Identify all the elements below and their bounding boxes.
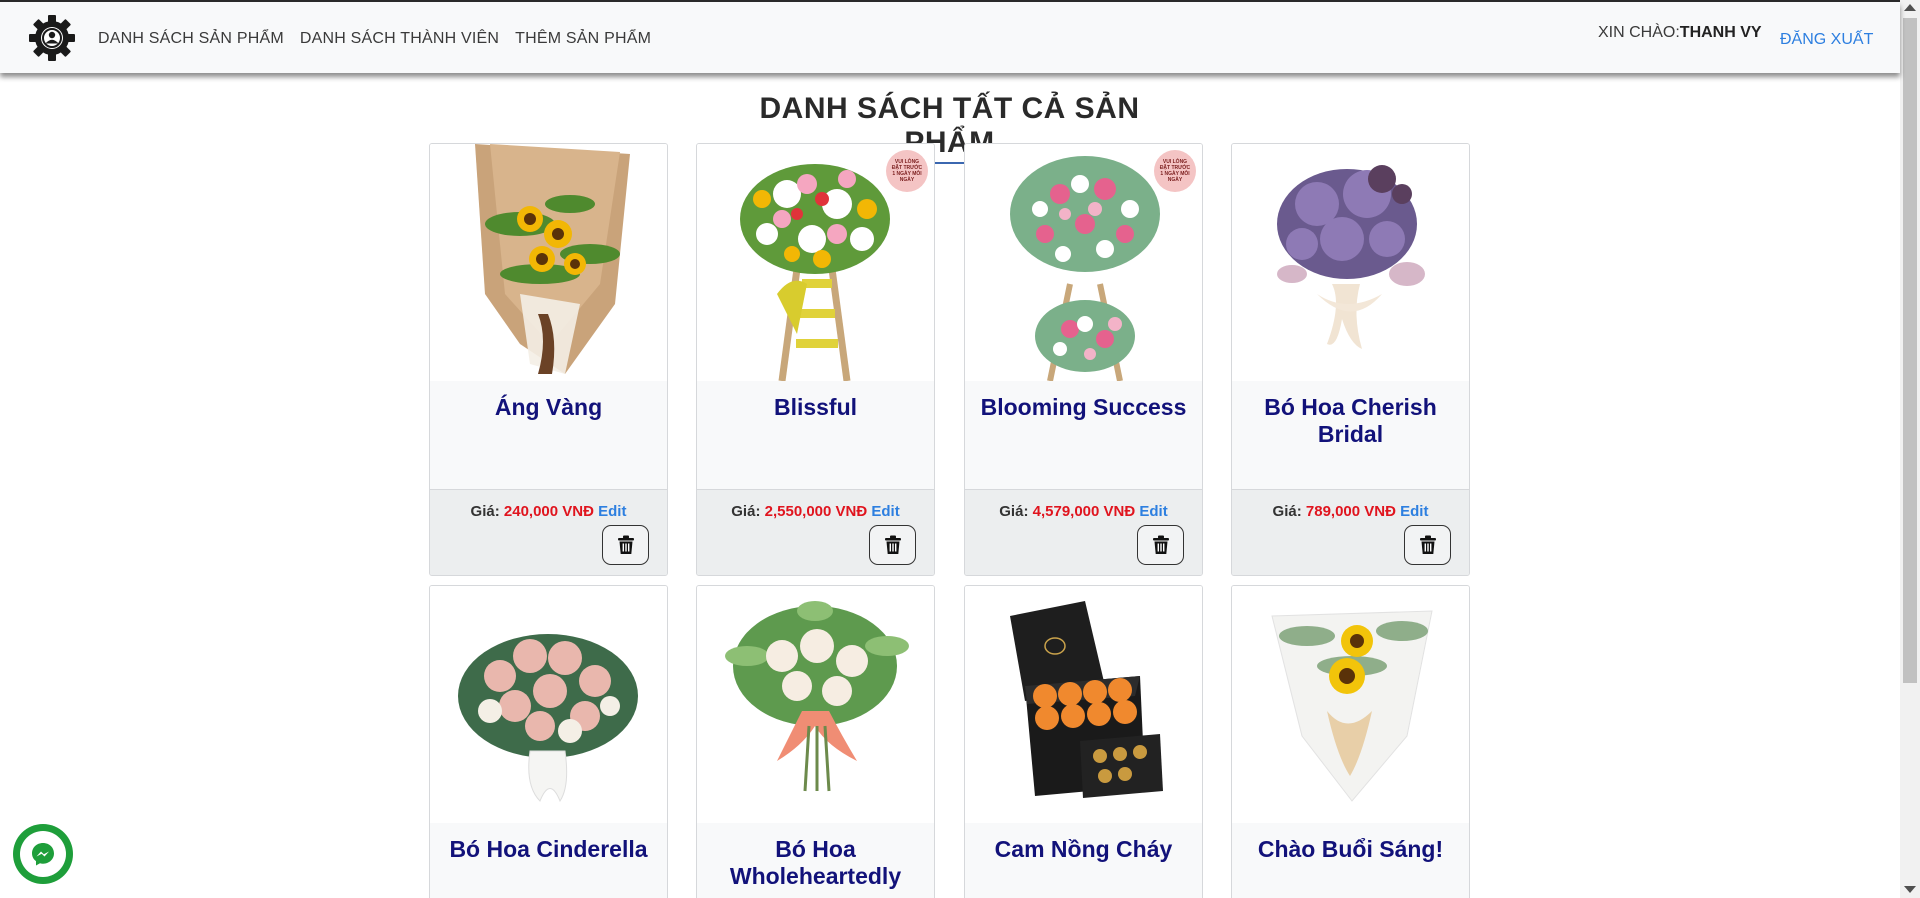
price-value: 789,000 VNĐ [1305,503,1396,520]
product-image[interactable] [965,586,1202,823]
trash-icon [1152,535,1169,554]
edit-link[interactable]: Edit [1139,503,1167,520]
product-name: Cam Nồng Cháy [994,836,1173,862]
product-image[interactable] [1232,144,1469,381]
messenger-icon [32,843,54,866]
nav-add-product[interactable]: THÊM SẢN PHẨM [515,30,651,48]
price-value: 2,550,000 VNĐ [764,503,868,520]
product-name: Bó Hoa Cinderella [449,836,648,862]
delete-button[interactable] [869,525,916,565]
preorder-badge: VUI LÒNG ĐẶT TRƯỚC 1 NGÀY MỖI NGÀY [1154,150,1196,192]
navbar: DANH SÁCH SẢN PHẨM DANH SÁCH THÀNH VIÊN … [0,2,1900,73]
delete-button[interactable] [1404,525,1451,565]
product-card: Cam Nồng Cháy [964,585,1203,898]
price-line: Giá: 4,579,000 VNĐ Edit [965,503,1202,520]
product-image[interactable] [697,586,934,823]
product-image[interactable] [430,144,667,381]
price-line: Giá: 240,000 VNĐ Edit [430,503,667,520]
product-name: Áng Vàng [494,394,603,420]
scroll-up-icon[interactable] [1904,4,1916,11]
delete-button[interactable] [1137,525,1184,565]
delete-button[interactable] [602,525,649,565]
username: THANH VY [1679,24,1762,41]
trash-icon [617,535,634,554]
trash-icon [1419,535,1436,554]
preorder-badge: VUI LÒNG ĐẶT TRƯỚC 1 NGÀY MỖI NGÀY [886,150,928,192]
card-footer: Giá: 2,550,000 VNĐ Edit [697,489,934,575]
nav-product-list[interactable]: DANH SÁCH SẢN PHẨM [98,30,284,48]
card-footer: Giá: 4,579,000 VNĐ Edit [965,489,1202,575]
edit-link[interactable]: Edit [871,503,899,520]
scroll-down-icon[interactable] [1904,886,1916,893]
product-name: Bó Hoa Cherish Bridal [1264,394,1437,447]
price-label: Giá: [1272,503,1302,520]
product-image[interactable] [430,586,667,823]
trash-icon [884,535,901,554]
price-line: Giá: 2,550,000 VNĐ Edit [697,503,934,520]
price-label: Giá: [470,503,500,520]
user-greeting: XIN CHÀO:THANH VY [1598,24,1762,42]
price-value: 240,000 VNĐ [503,503,594,520]
price-label: Giá: [731,503,761,520]
card-footer: Giá: 789,000 VNĐ Edit [1232,489,1469,575]
nav-links: DANH SÁCH SẢN PHẨM DANH SÁCH THÀNH VIÊN … [98,30,651,48]
product-card: Áng Vàng Giá: 240,000 VNĐ Edit [429,143,668,576]
product-card: Chào Buổi Sáng! [1231,585,1470,898]
product-card: VUI LÒNG ĐẶT TRƯỚC 1 NGÀY MỖI NGÀY Bloom… [964,143,1203,576]
product-name: Blissful [773,394,858,420]
messenger-chat-button[interactable] [13,824,73,884]
product-name: Bó Hoa Wholeheartedly [729,836,902,889]
product-image[interactable] [1232,586,1469,823]
product-card: Bó Hoa Wholeheartedly [696,585,935,898]
gear-user-icon[interactable] [28,14,76,62]
scroll-thumb[interactable] [1903,18,1917,683]
messenger-icon-wrap [20,831,66,877]
product-name: Chào Buổi Sáng! [1257,836,1444,862]
product-image[interactable]: VUI LÒNG ĐẶT TRƯỚC 1 NGÀY MỖI NGÀY [965,144,1202,382]
edit-link[interactable]: Edit [598,503,626,520]
logout-link[interactable]: ĐĂNG XUẤT [1780,31,1873,49]
product-card: Bó Hoa Cinderella [429,585,668,898]
price-label: Giá: [999,503,1029,520]
product-card: VUI LÒNG ĐẶT TRƯỚC 1 NGÀY MỖI NGÀY Bliss… [696,143,935,576]
nav-member-list[interactable]: DANH SÁCH THÀNH VIÊN [300,30,499,48]
greeting-prefix: XIN CHÀO: [1598,24,1680,41]
price-line: Giá: 789,000 VNĐ Edit [1232,503,1469,520]
product-card: Bó Hoa Cherish Bridal Giá: 789,000 VNĐ E… [1231,143,1470,576]
edit-link[interactable]: Edit [1400,503,1428,520]
product-image[interactable]: VUI LÒNG ĐẶT TRƯỚC 1 NGÀY MỖI NGÀY [697,144,934,382]
price-value: 4,579,000 VNĐ [1032,503,1136,520]
card-footer: Giá: 240,000 VNĐ Edit [430,489,667,575]
product-name: Blooming Success [980,394,1187,420]
